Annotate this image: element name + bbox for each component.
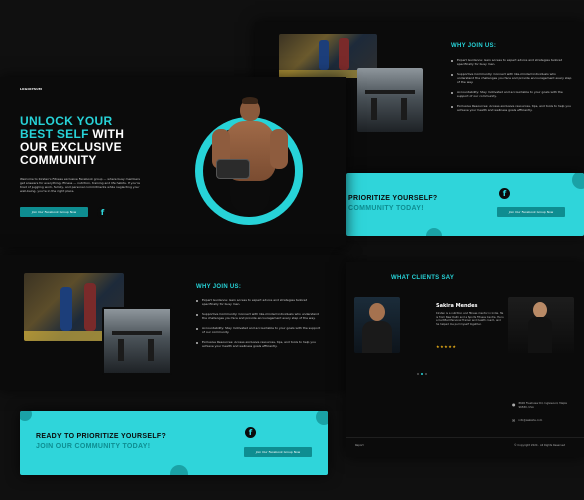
why-item: Supportive Community: Connect with like-… [196,312,322,320]
carousel-dot[interactable] [417,373,419,375]
cta-line2: JOIN OUR COMMUNITY TODAY! [36,443,151,450]
client-photo-left [354,297,400,353]
carousel-dot[interactable] [425,373,427,375]
facebook-icon[interactable]: f [97,207,108,218]
footer-address: 8600 Fleetview Rd, Inglewood, Maple 9658… [518,402,568,409]
cta-banner-right: PRIORITIZE YOURSELF? COMMUNITY TODAY! f … [346,173,584,236]
footer-email[interactable]: info@website.com [518,419,542,422]
why-item: Exclusive Resources: Access exclusive re… [196,340,322,348]
mail-icon: ✉ [512,418,516,423]
footer-address-row: ● 8600 Fleetview Rd, Inglewood, Maple 96… [512,402,573,409]
location-pin-icon: ● [512,402,516,407]
panel-why-left: WHY JOIN US: Expert Guidance: Gain acces… [0,255,346,390]
clients-title: WHAT CLIENTS SAY [391,275,455,281]
logo[interactable]: LOGOIPSUM [20,87,42,91]
why-item: Expert Guidance: Gain access to expert a… [451,58,573,66]
panel-clients: WHAT CLIENTS SAY Sakira Mendes Kirsten i… [346,262,584,457]
carousel-dots[interactable] [416,360,428,379]
panel-hero: LOGOIPSUM UNLOCK YOUR BEST SELF WITH OUR… [0,77,346,247]
why-item: Exclusive Resources: Access exclusive re… [451,104,573,112]
footer-email-row[interactable]: ✉ info@website.com [512,418,542,423]
client-quote: Kirsten is a nutrition and fitness mento… [436,312,504,326]
why-list: Expert Guidance: Gain access to expert a… [196,298,322,348]
hero-title: UNLOCK YOUR BEST SELF WITH OUR EXCLUSIVE… [20,114,125,167]
footer-copyright: © Copyright 2024 . All Rights Reserved [514,444,566,447]
gym-photo-equipment [357,68,423,132]
why-item: Accountability: Stay motivated and accou… [196,326,322,334]
cta-line1: PRIORITIZE YOURSELF? [348,195,438,202]
footer-left-link[interactable]: Report [355,444,364,447]
footer-divider [346,437,584,438]
why-title: WHY JOIN US: [196,284,242,290]
why-item: Expert Guidance: Gain access to expert a… [196,298,322,306]
join-facebook-button[interactable]: Join Our Facebook Group Now [244,447,312,457]
hero-join-button[interactable]: Join Our Facebook Group Now [20,207,88,217]
facebook-icon[interactable]: f [245,427,256,438]
hero-athlete-image [212,95,288,233]
facebook-icon[interactable]: f [499,188,510,199]
cta-line2: COMMUNITY TODAY! [348,205,424,212]
client-name: Sakira Mendes [436,303,478,309]
client-photo-right [508,297,574,353]
join-facebook-button[interactable]: Join Our Facebook Group Now [497,207,565,217]
cta-line1: READY TO PRIORITIZE YOURSELF? [36,433,167,440]
why-title: WHY JOIN US: [451,43,497,49]
cta-banner: READY TO PRIORITIZE YOURSELF? JOIN OUR C… [20,411,328,475]
why-item: Accountability: Stay motivated and accou… [451,90,573,98]
hero-body: Welcome to Kirsten's Fitness exclusive F… [20,177,141,193]
client-rating: ★★★★★ [436,344,457,349]
gym-photo-equipment [102,307,172,375]
carousel-dot-active[interactable] [421,373,423,375]
why-item: Supportive Community: Connect with like-… [451,72,573,84]
why-list: Expert Guidance: Gain access to expert a… [451,58,573,112]
